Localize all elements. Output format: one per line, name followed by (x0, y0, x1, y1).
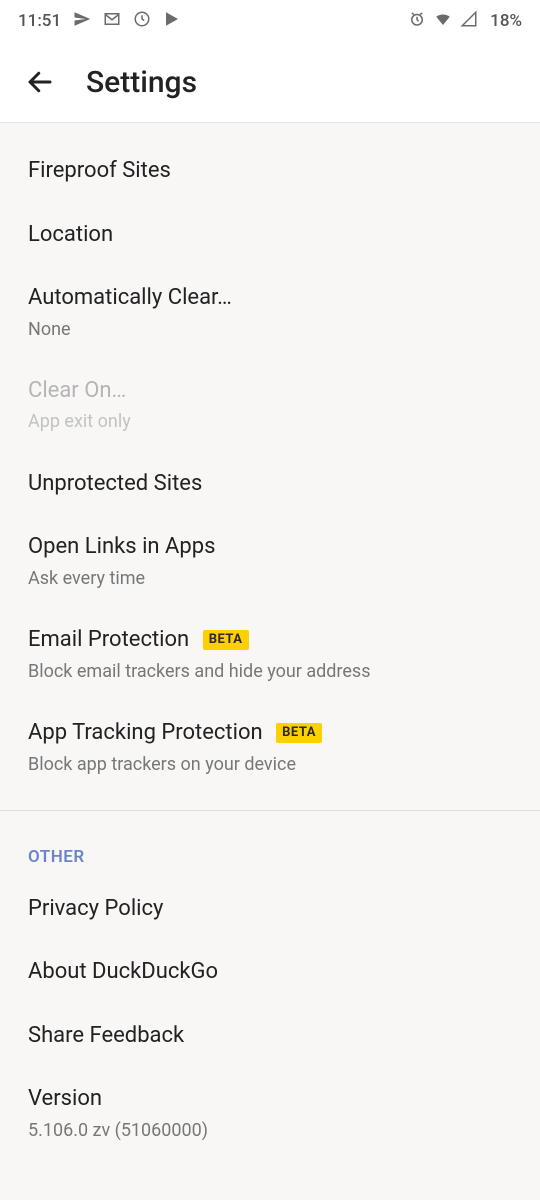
beta-badge: BETA (203, 630, 249, 650)
item-title: Unprotected Sites (28, 470, 512, 498)
item-title: Share Feedback (28, 1022, 512, 1050)
settings-list: Fireproof Sites Location Automatically C… (0, 122, 540, 1200)
item-title: Open Links in Apps (28, 533, 512, 561)
item-subtitle: Block app trackers on your device (28, 753, 512, 776)
status-time: 11:51 (18, 11, 61, 31)
item-version[interactable]: Version 5.106.0 zv (51060000) (0, 1067, 540, 1160)
item-subtitle: Block email trackers and hide your addre… (28, 660, 512, 683)
status-left: 11:51 (18, 10, 181, 33)
app-bar: Settings (0, 42, 540, 122)
alarm-icon (408, 10, 426, 33)
item-title: Clear On… (28, 377, 512, 405)
item-clear-on: Clear On… App exit only (0, 359, 540, 452)
item-about[interactable]: About DuckDuckGo (0, 940, 540, 1004)
item-unprotected-sites[interactable]: Unprotected Sites (0, 452, 540, 516)
item-title: App Tracking Protection BETA (28, 719, 512, 747)
item-privacy-policy[interactable]: Privacy Policy (0, 877, 540, 941)
item-subtitle: App exit only (28, 410, 512, 433)
item-title: Privacy Policy (28, 895, 512, 923)
item-app-tracking-protection[interactable]: App Tracking Protection BETA Block app t… (0, 701, 540, 794)
item-title-text: App Tracking Protection (28, 720, 263, 745)
update-icon (133, 10, 151, 33)
send-icon (73, 10, 91, 33)
status-bar: 11:51 18% (0, 0, 540, 42)
arrow-left-icon (25, 67, 55, 97)
item-subtitle: None (28, 318, 512, 341)
item-title: Automatically Clear… (28, 284, 512, 312)
item-title: Fireproof Sites (28, 157, 512, 185)
page-title: Settings (86, 65, 197, 100)
item-title: Email Protection BETA (28, 626, 512, 654)
item-subtitle: 5.106.0 zv (51060000) (28, 1119, 512, 1142)
status-right: 18% (408, 10, 522, 33)
beta-badge: BETA (276, 723, 322, 743)
item-title: Location (28, 221, 512, 249)
signal-icon (460, 10, 478, 33)
item-email-protection[interactable]: Email Protection BETA Block email tracke… (0, 608, 540, 701)
item-automatically-clear[interactable]: Automatically Clear… None (0, 266, 540, 359)
item-share-feedback[interactable]: Share Feedback (0, 1004, 540, 1068)
status-battery: 18% (490, 11, 522, 31)
wifi-icon (434, 10, 452, 33)
play-icon (163, 10, 181, 33)
item-title-text: Email Protection (28, 627, 189, 652)
item-location[interactable]: Location (0, 203, 540, 267)
item-title: Version (28, 1085, 512, 1113)
section-header-other: OTHER (0, 811, 540, 877)
item-title: About DuckDuckGo (28, 958, 512, 986)
item-subtitle: Ask every time (28, 567, 512, 590)
mail-icon (103, 10, 121, 33)
item-fireproof-sites[interactable]: Fireproof Sites (0, 123, 540, 203)
back-button[interactable] (12, 54, 68, 110)
item-open-links-in-apps[interactable]: Open Links in Apps Ask every time (0, 515, 540, 608)
